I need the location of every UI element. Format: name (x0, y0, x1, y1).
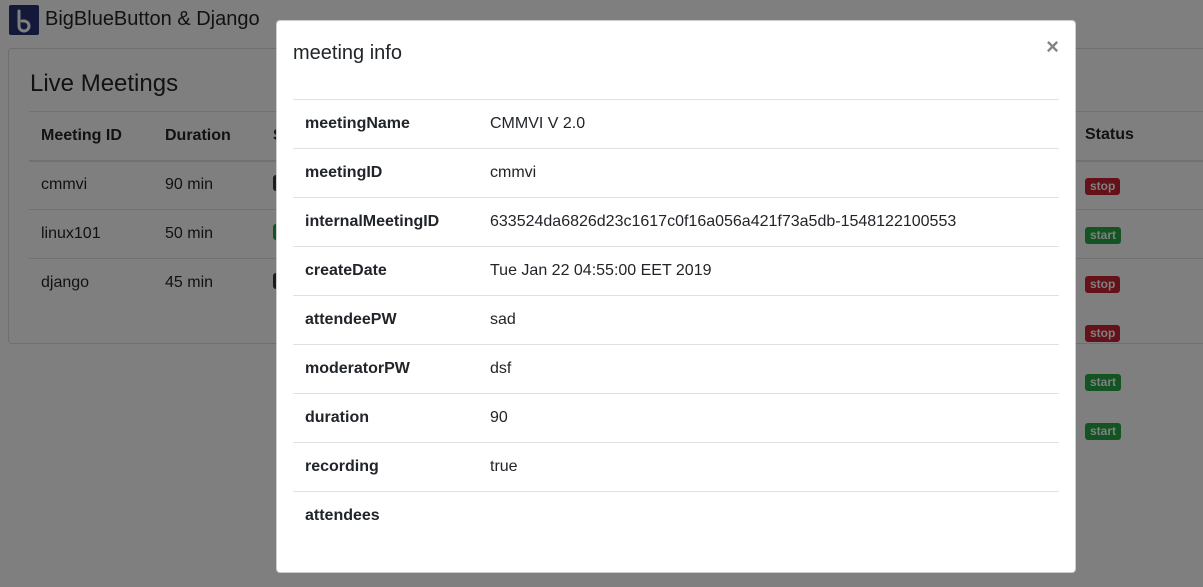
close-button[interactable]: × (1046, 36, 1059, 58)
meeting-info-modal: meeting info × meetingName CMMVI V 2.0 m… (276, 20, 1076, 573)
info-row: meetingName CMMVI V 2.0 (293, 99, 1059, 149)
meeting-info-table: meetingName CMMVI V 2.0 meetingID cmmvi … (293, 99, 1059, 541)
info-value: Tue Jan 22 04:55:00 EET 2019 (478, 246, 1059, 296)
info-key: recording (293, 442, 478, 492)
info-row: recording true (293, 442, 1059, 492)
info-value: true (478, 442, 1059, 492)
info-key: internalMeetingID (293, 197, 478, 247)
info-value: 90 (478, 393, 1059, 443)
info-row: duration 90 (293, 393, 1059, 443)
info-row: internalMeetingID 633524da6826d23c1617c0… (293, 197, 1059, 247)
info-value: 633524da6826d23c1617c0f16a056a421f73a5db… (478, 197, 1059, 247)
info-value: CMMVI V 2.0 (478, 99, 1059, 149)
info-key: moderatorPW (293, 344, 478, 394)
info-row: attendeePW sad (293, 295, 1059, 345)
info-row: meetingID cmmvi (293, 148, 1059, 198)
info-key: meetingName (293, 99, 478, 149)
info-value: sad (478, 295, 1059, 345)
info-value: cmmvi (478, 148, 1059, 198)
info-value (478, 491, 1059, 541)
info-key: createDate (293, 246, 478, 296)
info-key: attendees (293, 491, 478, 541)
info-row: attendees (293, 491, 1059, 541)
info-row: createDate Tue Jan 22 04:55:00 EET 2019 (293, 246, 1059, 296)
info-key: duration (293, 393, 478, 443)
modal-title: meeting info (293, 42, 402, 64)
info-value: dsf (478, 344, 1059, 394)
info-key: meetingID (293, 148, 478, 198)
info-key: attendeePW (293, 295, 478, 345)
info-row: moderatorPW dsf (293, 344, 1059, 394)
